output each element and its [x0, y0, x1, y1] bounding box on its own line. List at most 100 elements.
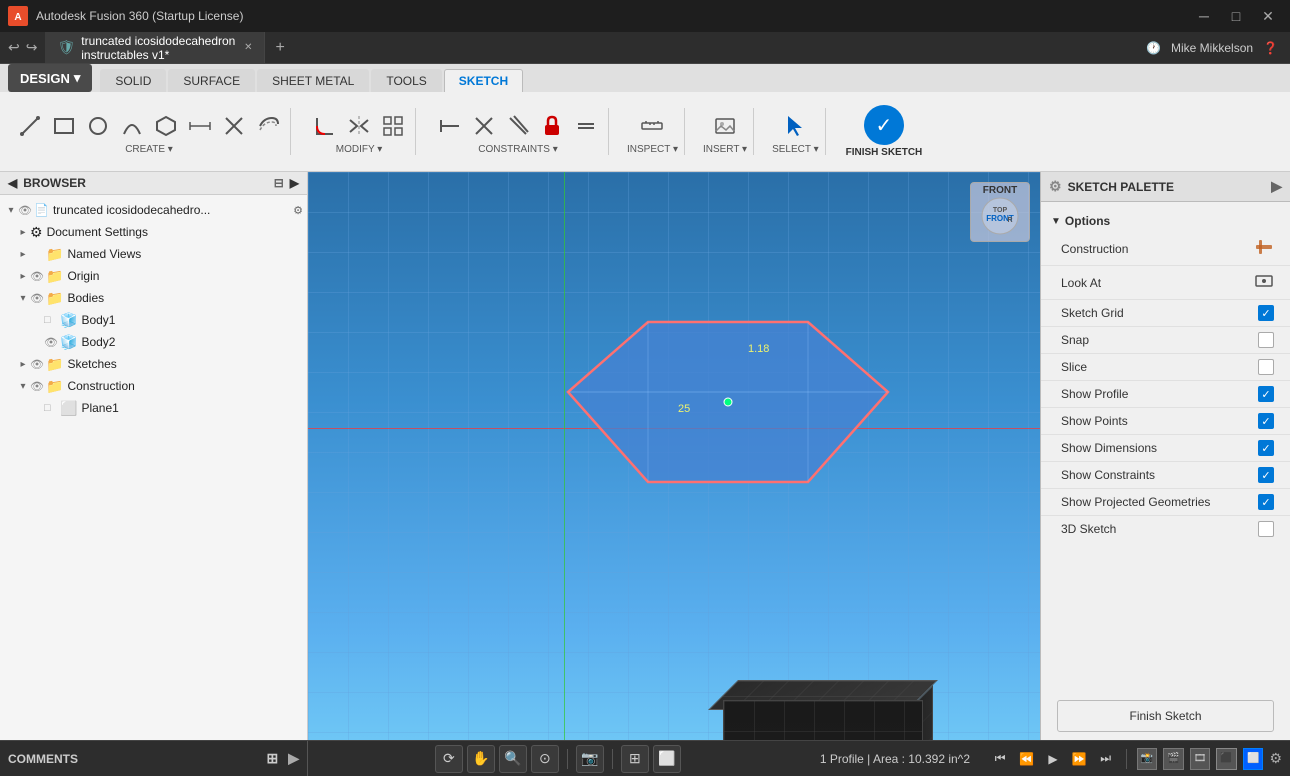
tab-close-button[interactable]: ✕ [244, 42, 252, 53]
origin-visibility-icon[interactable]: 👁 [30, 270, 46, 283]
body1-vis-icon[interactable]: □ [44, 314, 60, 326]
frame-prev-button[interactable]: ⏪ [1016, 748, 1036, 770]
design-menu-button[interactable]: DESIGN ▾ [8, 64, 92, 92]
construction-vis-icon[interactable]: 👁 [30, 380, 46, 393]
viewport[interactable]: 25 1.18 FRONT TOP [308, 172, 1040, 740]
fit-button[interactable]: ⊙ [531, 745, 559, 773]
select-tool[interactable] [779, 108, 811, 144]
play-button[interactable]: ▶ [1043, 748, 1063, 770]
browser-expand-button[interactable]: ▶ [290, 176, 299, 190]
frame-last-button[interactable]: ⏭ [1096, 748, 1116, 770]
active-tab[interactable]: 🛡 truncated icosidodecahedron instructab… [45, 32, 265, 63]
trim-tool[interactable] [218, 108, 250, 144]
sketch-grid-checkbox[interactable] [1258, 305, 1274, 321]
circle-tool[interactable] [82, 108, 114, 144]
tab-sheet-metal[interactable]: SHEET METAL [257, 69, 369, 92]
tab-sketch[interactable]: SKETCH [444, 69, 523, 92]
dimension-tool[interactable] [184, 108, 216, 144]
minimize-button[interactable]: ─ [1190, 6, 1218, 26]
new-tab-button[interactable]: + [265, 39, 294, 57]
fillet-tool[interactable] [309, 108, 341, 144]
offset-tool[interactable] [252, 108, 284, 144]
finish-sketch-palette-button[interactable]: Finish Sketch [1057, 700, 1274, 732]
tab-solid[interactable]: SOLID [100, 69, 166, 92]
show-projected-checkbox[interactable] [1258, 494, 1274, 510]
browser-item-root[interactable]: ▾ 👁 📄 truncated icosidodecahedro... ⚙ [0, 199, 307, 221]
end-frame-button[interactable]: ⬜ [1243, 748, 1264, 770]
nav-back-icon[interactable]: ↩ [8, 39, 20, 56]
tab-tools[interactable]: TOOLS [371, 69, 441, 92]
body2-vis-icon[interactable]: 👁 [44, 336, 60, 349]
show-constraints-checkbox[interactable] [1258, 467, 1274, 483]
settings-button[interactable]: ⚙ [1269, 750, 1282, 767]
browser-item-sketches[interactable]: ▸ 👁 📁 Sketches [0, 353, 307, 375]
origin-label: Origin [67, 269, 303, 283]
browser-item-bodies[interactable]: ▾ 👁 📁 Bodies [0, 287, 307, 309]
arc-tool[interactable] [116, 108, 148, 144]
capture-frame-button[interactable]: 📸 [1137, 748, 1158, 770]
line-tool[interactable] [14, 108, 46, 144]
browser-item-construction[interactable]: ▾ 👁 📁 Construction [0, 375, 307, 397]
finish-sketch-button[interactable]: ✓ FINISH SKETCH [838, 105, 931, 158]
tab-surface[interactable]: SURFACE [168, 69, 255, 92]
toolbar-content: CREATE ▾ MODIFY ▾ [0, 92, 1290, 171]
show-dimensions-checkbox[interactable] [1258, 440, 1274, 456]
snap-checkbox[interactable] [1258, 332, 1274, 348]
svg-text:1.18: 1.18 [748, 343, 769, 355]
look-at-icon-button[interactable] [1254, 271, 1274, 294]
frame-next-button[interactable]: ⏩ [1069, 748, 1089, 770]
pan-button[interactable]: ✋ [467, 745, 495, 773]
modify-tools [309, 108, 409, 144]
nav-forward-icon[interactable]: ↪ [26, 39, 38, 56]
parallel-constraint[interactable] [502, 108, 534, 144]
svg-text:A: A [14, 12, 21, 23]
construction-icon-button[interactable] [1254, 237, 1274, 260]
browser-item-plane1[interactable]: □ ⬜ Plane1 [0, 397, 307, 419]
comments-expand-button[interactable]: ⊞ [266, 750, 278, 767]
browser-item-body1[interactable]: □ 🧊 Body1 [0, 309, 307, 331]
show-profile-checkbox[interactable] [1258, 386, 1274, 402]
browser-item-named-views[interactable]: ▸ 📁 Named Views [0, 243, 307, 265]
plane1-vis-icon[interactable]: □ [44, 402, 60, 414]
sketches-vis-icon[interactable]: 👁 [30, 358, 46, 371]
maximize-button[interactable]: □ [1222, 6, 1250, 26]
horizontal-constraint[interactable] [434, 108, 466, 144]
browser-item-doc-settings[interactable]: ▸ ⚙ Document Settings [0, 221, 307, 243]
grid-display-button[interactable]: ⊞ [621, 745, 649, 773]
browser-item-origin[interactable]: ▸ 👁 📁 Origin [0, 265, 307, 287]
frame-first-button[interactable]: ⏮ [990, 748, 1010, 770]
clock-icon: 🕐 [1146, 41, 1161, 55]
polygon-tool[interactable] [150, 108, 182, 144]
show-points-checkbox[interactable] [1258, 413, 1274, 429]
keyframe-button[interactable]: ⬛ [1216, 748, 1237, 770]
construction-option-label: Construction [1061, 242, 1254, 256]
display-mode-button[interactable]: ⬜ [653, 745, 681, 773]
mirror-tool[interactable] [343, 108, 375, 144]
close-button[interactable]: ✕ [1254, 6, 1282, 26]
palette-collapse-button[interactable]: ▶ [1271, 178, 1282, 195]
camera-button[interactable]: 📷 [576, 745, 604, 773]
pattern-tool[interactable] [377, 108, 409, 144]
zoom-button[interactable]: 🔍 [499, 745, 527, 773]
perpendicular-constraint[interactable] [468, 108, 500, 144]
visibility-icon[interactable]: 👁 [18, 204, 34, 217]
palette-settings-icon: ⚙ [1049, 178, 1062, 195]
equal-constraint[interactable] [570, 108, 602, 144]
insert-image-tool[interactable] [709, 108, 741, 144]
browser-collapse-button[interactable]: ⊟ [274, 176, 284, 190]
options-section-header[interactable]: ▼ Options [1041, 210, 1290, 232]
browser-item-body2[interactable]: 👁 🧊 Body2 [0, 331, 307, 353]
lock-constraint[interactable] [536, 108, 568, 144]
bodies-visibility-icon[interactable]: 👁 [30, 292, 46, 305]
orbit-button[interactable]: ⟳ [435, 745, 463, 773]
slice-checkbox[interactable] [1258, 359, 1274, 375]
comments-collapse-button[interactable]: ▶ [288, 750, 299, 767]
3d-sketch-checkbox[interactable] [1258, 521, 1274, 537]
record-button[interactable]: 🎬 [1163, 748, 1184, 770]
measure-tool[interactable] [636, 108, 668, 144]
frames-button[interactable]: 🎞 [1190, 748, 1211, 770]
viewport-gizmo[interactable]: FRONT TOP FRONT R [970, 182, 1030, 242]
root-settings-icon[interactable]: ⚙ [293, 204, 303, 217]
rectangle-tool[interactable] [48, 108, 80, 144]
help-icon[interactable]: ❓ [1263, 41, 1278, 55]
